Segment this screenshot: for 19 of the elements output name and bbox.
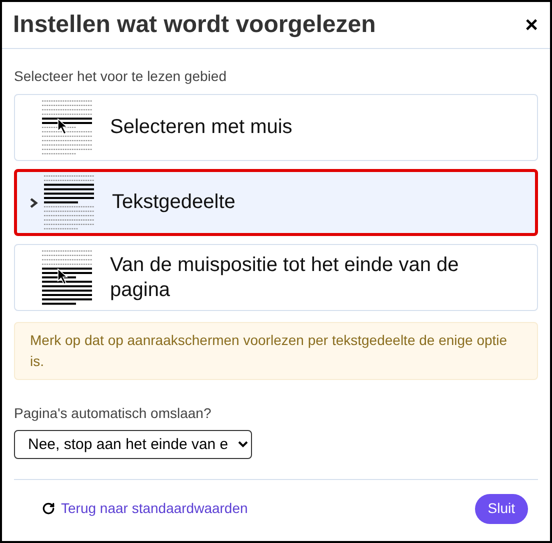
section-label: Selecteer het voor te lezen gebied — [14, 67, 228, 86]
option-card[interactable]: Van de muispositie tot het einde van de pagina — [14, 244, 538, 311]
page-turn-select[interactable]: Nee, stop aan het einde van e — [14, 430, 252, 459]
text-lines-icon — [42, 98, 92, 156]
text-lines-icon — [42, 248, 92, 306]
option-label: Selecteren met muis — [110, 115, 292, 140]
text-lines-icon — [44, 174, 94, 232]
option-card[interactable]: Tekstgedeelte — [14, 169, 538, 236]
notice: Merk op dat op aanraakschermen voorlezen per tekstgedeelte de enige optie is. — [14, 322, 538, 380]
close-button[interactable]: × — [525, 14, 538, 36]
option-card[interactable]: Selecteren met muis — [14, 94, 538, 161]
option-label: Van de muispositie tot het einde van de pagina — [110, 252, 460, 302]
close-dialog-button[interactable]: Sluit — [474, 494, 528, 524]
option-label: Tekstgedeelte — [112, 190, 236, 215]
dialog-title: Instellen wat wordt voorgelezen — [13, 10, 376, 40]
chevron-icon — [30, 198, 38, 208]
reset-link[interactable]: Terug naar standaardwaarden — [42, 498, 248, 519]
reset-icon — [42, 502, 55, 515]
page-turn-label: Pagina's automatisch omslaan? — [14, 404, 212, 423]
